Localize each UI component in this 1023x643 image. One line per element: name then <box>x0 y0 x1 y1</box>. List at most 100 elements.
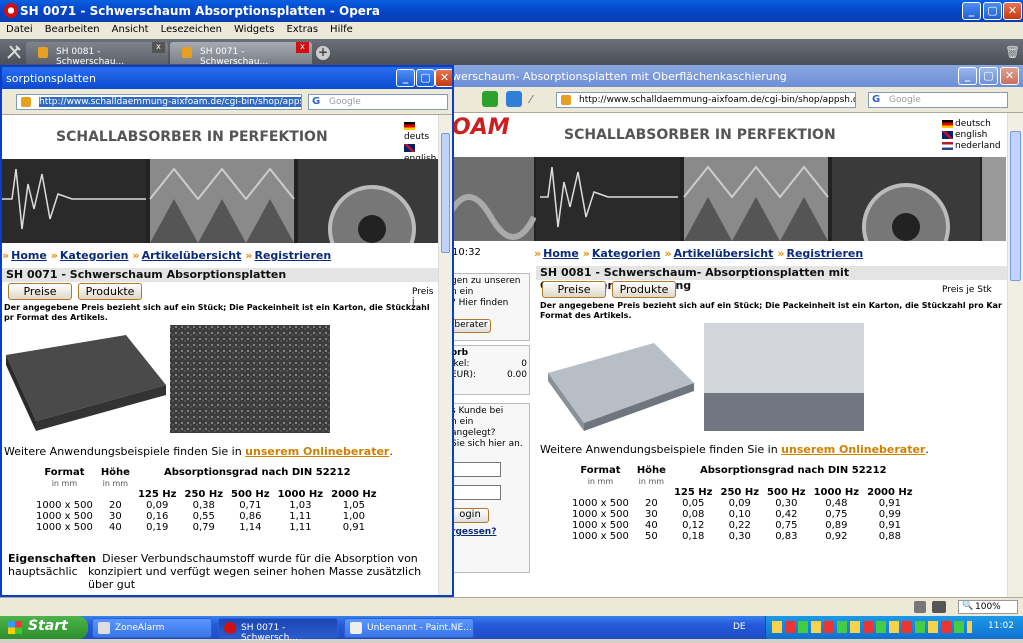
taskbar-item-zonealarm[interactable]: ZoneAlarm <box>92 618 212 638</box>
menu-bearbeiten[interactable]: Bearbeiten <box>39 22 106 35</box>
taskbar-item-opera[interactable]: SH 0071 - Schwersch... <box>218 618 338 643</box>
edit-icon[interactable]: ⁄ <box>530 93 544 106</box>
cell: 1000 x 500 <box>36 511 93 522</box>
crumb-artikel[interactable]: Artikelübersicht <box>142 249 242 262</box>
new-tab-icon[interactable]: + <box>316 46 330 60</box>
cell: 40 <box>645 520 658 531</box>
menu-datei[interactable]: Datei <box>0 22 39 35</box>
tools-icon[interactable] <box>6 44 22 60</box>
cell: 0,10 <box>728 509 751 520</box>
basket-value: 0 <box>521 359 527 369</box>
tab-sh0071[interactable]: SH 0071 - Schwerschau... x <box>170 42 312 67</box>
slogan: SCHALLABSORBER IN PERFEKTION <box>564 127 836 143</box>
flag-de-icon <box>942 119 953 128</box>
flag-de-icon <box>404 121 415 130</box>
menu-bar: Datei Bearbeiten Ansicht Lesezeichen Widgets… <box>0 22 1023 39</box>
url-field[interactable]: http://www.schalldaemmung-aixfoam.de/cgi… <box>556 92 856 108</box>
crumb-kategorien[interactable]: Kategorien <box>592 247 661 260</box>
cell: 0,88 <box>878 531 901 542</box>
zonealarm-icon <box>98 622 110 634</box>
language-indicator[interactable]: DE <box>733 622 746 632</box>
logo-text: OAM <box>452 115 510 140</box>
lang-nl[interactable]: nederland <box>942 141 1001 152</box>
maximize-button[interactable]: ▢ <box>979 67 998 85</box>
crumb-home[interactable]: Home <box>11 249 47 262</box>
produkte-button[interactable]: Produkte <box>78 283 142 300</box>
site-favicon-icon <box>21 97 31 107</box>
view-icon[interactable] <box>932 601 946 613</box>
trash-icon[interactable]: 🗑 <box>1005 45 1020 59</box>
freq-header: 250 Hz <box>720 487 760 498</box>
minimize-button[interactable]: _ <box>962 2 981 20</box>
lang-label: deuts <box>404 132 430 142</box>
tab-label: SH 0081 - Schwerschau... <box>56 47 125 67</box>
opera-icon <box>224 622 236 634</box>
password-field[interactable] <box>451 485 501 500</box>
menu-extras[interactable]: Extras <box>280 22 324 35</box>
maximize-button[interactable]: ▢ <box>983 2 1002 20</box>
close-button[interactable]: ✕ <box>1003 2 1022 20</box>
onlineberater-link[interactable]: unserem Onlineberater <box>781 443 925 456</box>
basket-row: ikel: 0 <box>451 359 527 370</box>
col-format: Format <box>44 467 85 478</box>
cell: 1,03 <box>289 500 312 511</box>
info-box: gen zu unseren n ein ? Hier finden berat… <box>448 273 530 341</box>
crumb-artikel[interactable]: Artikelübersicht <box>674 247 774 260</box>
scroll-thumb[interactable] <box>1010 131 1021 281</box>
lang-de[interactable]: deutsch <box>942 119 1001 130</box>
minimize-button[interactable]: _ <box>958 67 977 85</box>
zoom-field[interactable]: 🔍 100% <box>958 600 1018 614</box>
vertical-scrollbar[interactable] <box>438 115 452 595</box>
crumb-home[interactable]: Home <box>543 247 579 260</box>
spec-table: Format Höhe Absorptionsgrad nach DIN 52212… <box>32 467 381 533</box>
product-image <box>548 323 864 431</box>
menu-lesezeichen[interactable]: Lesezeichen <box>155 22 228 35</box>
preise-button[interactable]: Preise <box>542 281 606 298</box>
basket-row: EUR): 0.00 <box>451 370 527 381</box>
window-title: sorptionsplatten <box>6 72 96 85</box>
produkte-button[interactable]: Produkte <box>612 281 676 298</box>
email-field[interactable] <box>451 462 501 477</box>
crumb-kategorien[interactable]: Kategorien <box>60 249 129 262</box>
maximize-button[interactable]: ▢ <box>416 69 435 87</box>
cell: 0,91 <box>342 522 365 533</box>
minimize-button[interactable]: _ <box>396 69 415 87</box>
basket-box: orb ikel: 0 EUR): 0.00 <box>448 345 530 395</box>
onlineberater-button[interactable]: berater <box>451 319 491 333</box>
scroll-thumb[interactable] <box>441 133 450 253</box>
menu-hilfe[interactable]: Hilfe <box>324 22 359 35</box>
close-button[interactable]: ✕ <box>1000 67 1019 85</box>
search-field[interactable]: G Google <box>868 92 1008 108</box>
vertical-scrollbar[interactable] <box>1007 113 1023 597</box>
close-button[interactable]: ✕ <box>435 69 452 87</box>
cell: 50 <box>645 531 658 542</box>
tray-icons[interactable] <box>772 621 972 633</box>
onlineberater-link[interactable]: unserem Onlineberater <box>245 445 389 458</box>
lang-de[interactable]: deuts <box>404 121 438 143</box>
home-icon[interactable] <box>506 91 522 107</box>
tab-close-icon[interactable]: x <box>152 42 165 53</box>
table-row: 1000 x 500 30 0,08 0,10 0,42 0,75 0,99 <box>568 509 917 520</box>
preise-button[interactable]: Preise <box>8 283 72 300</box>
lang-en[interactable]: english <box>942 130 1001 141</box>
preis-je-label: Preis je Stk <box>942 285 992 295</box>
url-field[interactable]: http://www.schalldaemmung-aixfoam.de/cgi… <box>16 94 302 110</box>
login-button[interactable]: ogin <box>451 508 489 523</box>
search-field[interactable]: G Google <box>308 94 448 110</box>
cell: 1,11 <box>289 522 312 533</box>
tab-close-icon[interactable]: x <box>296 42 309 53</box>
forgot-password-link[interactable]: rgessen? <box>451 527 527 538</box>
menu-ansicht[interactable]: Ansicht <box>106 22 155 35</box>
tab-sh0081[interactable]: SH 0081 - Schwerschau... x <box>26 42 168 67</box>
crumb-registrieren[interactable]: Registrieren <box>254 249 331 262</box>
menu-widgets[interactable]: Widgets <box>228 22 280 35</box>
clock-text: 10:32 <box>452 247 481 258</box>
network-icon[interactable] <box>914 601 926 613</box>
crumb-registrieren[interactable]: Registrieren <box>786 247 863 260</box>
start-button[interactable]: Start <box>0 616 88 639</box>
taskbar-item-paint[interactable]: Unbenannt - Paint.NE... <box>344 618 474 638</box>
taskbar-label: Unbenannt - Paint.NE... <box>367 623 472 633</box>
eigenschaften-label: Eigenschaften <box>8 552 97 565</box>
reload-icon[interactable] <box>482 91 498 107</box>
site-favicon-icon <box>38 47 48 58</box>
